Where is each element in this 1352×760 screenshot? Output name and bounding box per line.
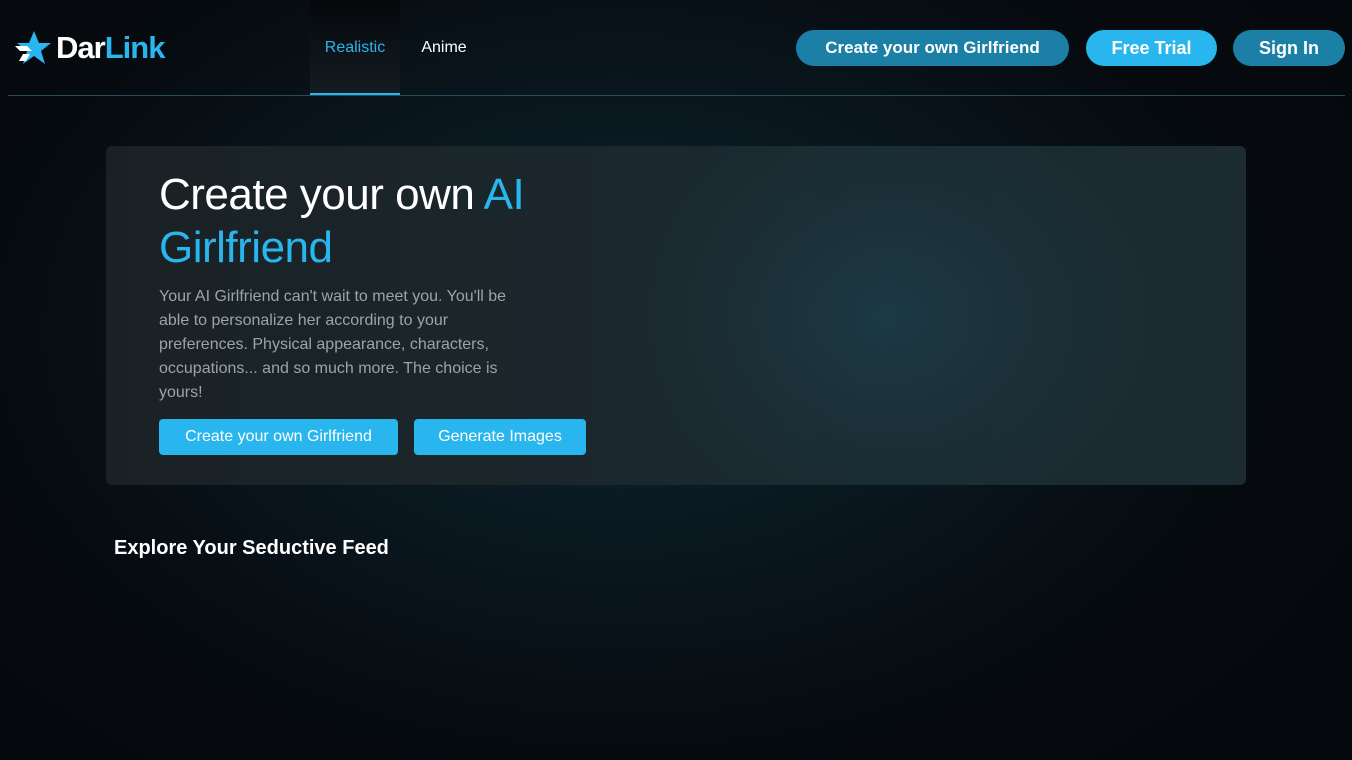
logo-text-suffix: Link [104, 30, 166, 65]
hero-banner: Create your own AI Girlfriend Your AI Gi… [106, 146, 1246, 485]
create-girlfriend-button[interactable]: Create your own Girlfriend [159, 419, 398, 455]
feed-section-title: Explore Your Seductive Feed [114, 537, 389, 559]
header-divider [8, 95, 1345, 96]
logo-text-prefix: Dar [56, 30, 106, 65]
tab-realistic[interactable]: Realistic [310, 0, 400, 96]
logo-text: DarLink [56, 30, 166, 66]
hero-title: Create your own AI Girlfriend [159, 168, 579, 274]
top-header: DarLink Realistic Anime Create your own … [0, 0, 1352, 96]
darlink-logo[interactable]: DarLink [14, 28, 166, 68]
generate-images-button[interactable]: Generate Images [414, 419, 586, 455]
create-girlfriend-header-button[interactable]: Create your own Girlfriend [796, 30, 1069, 66]
tab-anime[interactable]: Anime [400, 0, 488, 96]
hero-description: Your AI Girlfriend can't wait to meet yo… [159, 288, 507, 401]
star-icon [14, 30, 52, 66]
free-trial-button[interactable]: Free Trial [1086, 30, 1217, 66]
sign-in-button[interactable]: Sign In [1233, 30, 1345, 66]
hero-title-main: Create your own [159, 170, 484, 219]
category-tabs: Realistic Anime [310, 0, 488, 96]
